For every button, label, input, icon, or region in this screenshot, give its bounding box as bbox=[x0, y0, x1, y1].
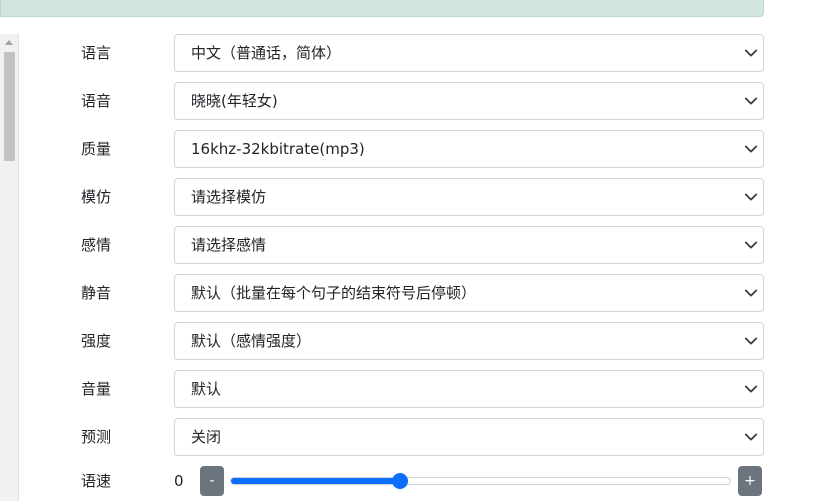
imitation-row: 模仿 请选择模仿 bbox=[0, 178, 814, 216]
speed-value: 0 bbox=[174, 472, 184, 490]
chevron-down-icon bbox=[744, 433, 758, 441]
voice-row: 语音 晓晓(年轻女) bbox=[0, 82, 814, 120]
voice-select[interactable]: 晓晓(年轻女) bbox=[174, 82, 764, 120]
imitation-label: 模仿 bbox=[81, 188, 112, 206]
emotion-select-value: 请选择感情 bbox=[191, 236, 267, 254]
chevron-down-icon bbox=[744, 337, 758, 345]
volume-row: 音量 默认 bbox=[0, 370, 814, 408]
silence-label: 静音 bbox=[81, 284, 112, 302]
speed-slider-fill bbox=[231, 478, 400, 484]
intensity-select[interactable]: 默认（感情强度） bbox=[174, 322, 764, 360]
chevron-down-icon bbox=[744, 145, 758, 153]
volume-select-value: 默认 bbox=[191, 380, 222, 398]
volume-select[interactable]: 默认 bbox=[174, 370, 764, 408]
language-row: 语言 中文（普通话，简体） bbox=[0, 34, 814, 72]
speed-slider-thumb[interactable] bbox=[391, 473, 408, 489]
prediction-select[interactable]: 关闭 bbox=[174, 418, 764, 456]
chevron-down-icon bbox=[744, 49, 758, 57]
emotion-select[interactable]: 请选择感情 bbox=[174, 226, 764, 264]
prediction-row: 预测 关闭 bbox=[0, 418, 814, 456]
silence-select[interactable]: 默认（批量在每个句子的结束符号后停顿） bbox=[174, 274, 764, 312]
chevron-down-icon bbox=[744, 193, 758, 201]
prediction-label: 预测 bbox=[81, 428, 112, 446]
volume-label: 音量 bbox=[81, 380, 112, 398]
language-label: 语言 bbox=[81, 44, 112, 62]
emotion-label: 感情 bbox=[81, 236, 112, 254]
language-select[interactable]: 中文（普通话，简体） bbox=[174, 34, 764, 72]
success-alert bbox=[0, 0, 764, 17]
speed-row: 语速 0 - + bbox=[0, 464, 814, 498]
silence-row: 静音 默认（批量在每个句子的结束符号后停顿） bbox=[0, 274, 814, 312]
speed-slider[interactable] bbox=[230, 473, 731, 489]
language-select-value: 中文（普通话，简体） bbox=[191, 44, 342, 62]
intensity-row: 强度 默认（感情强度） bbox=[0, 322, 814, 360]
speed-decrease-button[interactable]: - bbox=[200, 466, 224, 496]
quality-select[interactable]: 16khz-32kbitrate(mp3) bbox=[174, 130, 764, 168]
prediction-select-value: 关闭 bbox=[191, 428, 222, 446]
voice-label: 语音 bbox=[81, 92, 112, 110]
intensity-label: 强度 bbox=[81, 332, 112, 350]
chevron-down-icon bbox=[744, 241, 758, 249]
chevron-down-icon bbox=[744, 385, 758, 393]
imitation-select[interactable]: 请选择模仿 bbox=[174, 178, 764, 216]
intensity-select-value: 默认（感情强度） bbox=[191, 332, 312, 350]
emotion-row: 感情 请选择感情 bbox=[0, 226, 814, 264]
silence-select-value: 默认（批量在每个句子的结束符号后停顿） bbox=[191, 284, 477, 302]
speed-increase-button[interactable]: + bbox=[738, 466, 762, 496]
voice-select-value: 晓晓(年轻女) bbox=[191, 92, 278, 110]
quality-row: 质量 16khz-32kbitrate(mp3) bbox=[0, 130, 814, 168]
quality-select-value: 16khz-32kbitrate(mp3) bbox=[191, 140, 365, 158]
quality-label: 质量 bbox=[81, 140, 112, 158]
speed-label: 语速 bbox=[81, 472, 112, 490]
chevron-down-icon bbox=[744, 289, 758, 297]
chevron-down-icon bbox=[744, 97, 758, 105]
imitation-select-value: 请选择模仿 bbox=[191, 188, 267, 206]
